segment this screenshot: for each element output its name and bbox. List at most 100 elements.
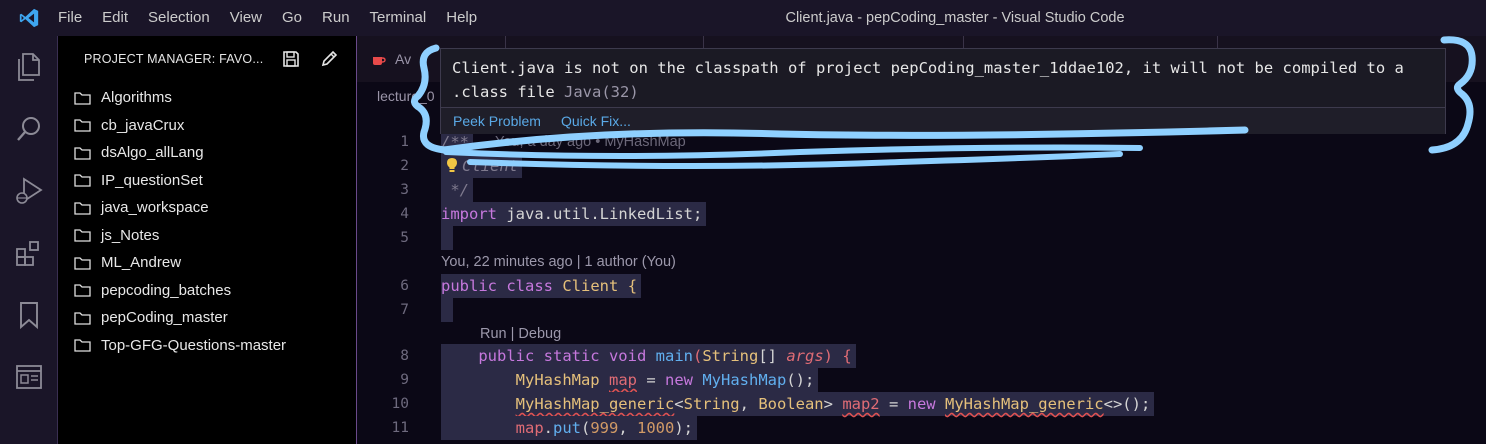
project-manager-icon[interactable] — [0, 346, 58, 408]
save-icon[interactable] — [281, 49, 301, 69]
hover-actions: Peek Problem Quick Fix... — [441, 107, 1445, 134]
code-line: 2 Client — [357, 154, 1486, 178]
tab-divider — [1217, 36, 1218, 48]
code-token: MyHashMap — [702, 371, 787, 389]
code-line: 5 — [357, 226, 1486, 250]
code-token: MyHashMap — [515, 371, 600, 389]
code-token: java.util.LinkedList; — [497, 205, 703, 223]
code-token: <>(); — [1103, 395, 1151, 413]
code-line: 7 — [357, 298, 1486, 322]
list-item[interactable]: dsAlgo_allLang — [58, 139, 356, 167]
menu-edit[interactable]: Edit — [92, 0, 138, 36]
problem-message: Client.java is not on the classpath of p… — [452, 56, 1442, 104]
code-text: MyHashMap_generic<String, Boolean> map2 … — [441, 392, 1155, 416]
list-item[interactable]: pepcoding_batches — [58, 277, 356, 305]
folder-label: pepcoding_batches — [101, 281, 232, 299]
code-token: import — [441, 205, 497, 223]
list-item[interactable]: ML_Andrew — [58, 249, 356, 277]
list-item[interactable]: Algorithms — [58, 84, 356, 112]
code-token: new — [907, 395, 936, 413]
code-text: public class Client { — [441, 274, 642, 298]
menu-selection[interactable]: Selection — [138, 0, 220, 36]
menu-help[interactable]: Help — [436, 0, 487, 36]
code-token: [] — [758, 347, 787, 365]
breadcrumb-item[interactable]: lecture_0 — [377, 88, 435, 104]
favorites-list: Algorithms cb_javaCrux dsAlgo_allLang IP… — [58, 82, 356, 359]
tab-divider — [505, 36, 506, 48]
vscode-logo-icon[interactable] — [0, 0, 58, 36]
code-token: public — [441, 277, 497, 295]
bookmark-icon[interactable] — [0, 284, 58, 346]
problem-message-line2: .class file — [452, 83, 555, 101]
folder-label: ML_Andrew — [101, 254, 182, 272]
code-line: 8 public static void main(String[] args)… — [357, 344, 1486, 368]
quick-fix-link[interactable]: Quick Fix... — [561, 113, 631, 129]
list-item[interactable]: pepCoding_master — [58, 304, 356, 332]
list-item[interactable]: IP_questionSet — [58, 167, 356, 195]
code-text: import java.util.LinkedList; — [441, 202, 707, 226]
problem-message-line2-row: .class file Java(32) — [452, 80, 1442, 104]
code-token: = — [637, 371, 665, 389]
line-number: 7 — [400, 302, 409, 318]
folder-label: dsAlgo_allLang — [101, 144, 204, 162]
folder-label: Top-GFG-Questions-master — [101, 336, 287, 354]
line-number: 6 — [400, 278, 409, 294]
codelens-authors[interactable]: You, 22 minutes ago | 1 author (You) — [441, 252, 676, 272]
code-token: MyHashMap_generic — [944, 395, 1104, 413]
panel-header: PROJECT MANAGER: FAVO... — [58, 36, 356, 82]
list-item[interactable]: java_workspace — [58, 194, 356, 222]
folder-icon — [74, 339, 91, 352]
lightbulb-icon[interactable] — [445, 157, 459, 173]
code-token: String — [702, 347, 759, 365]
extensions-icon[interactable] — [0, 222, 58, 284]
code-token: ) { — [823, 347, 852, 365]
explorer-icon[interactable] — [0, 36, 58, 98]
code-token: String — [683, 395, 740, 413]
tab-java-file[interactable]: Av — [371, 36, 411, 82]
code-editor[interactable]: 1 /** You, a day ago • MyHashMap 2 Clien… — [357, 130, 1486, 444]
codelens-run-debug[interactable]: Run | Debug — [480, 324, 561, 344]
title-bar: File Edit Selection View Go Run Terminal… — [0, 0, 1486, 36]
problem-hover-widget: Client.java is not on the classpath of p… — [440, 48, 1446, 134]
menu-view[interactable]: View — [220, 0, 272, 36]
code-token: > — [823, 395, 843, 413]
activity-bar — [0, 36, 58, 444]
menu-bar: File Edit Selection View Go Run Terminal… — [58, 0, 487, 36]
line-number: 2 — [400, 158, 409, 174]
folder-icon — [74, 147, 91, 160]
problem-source: Java(32) — [564, 83, 639, 101]
java-icon — [373, 57, 386, 65]
code-token: map2 — [842, 395, 880, 413]
line-number: 8 — [400, 348, 409, 364]
run-debug-icon[interactable] — [0, 160, 58, 222]
folder-icon — [74, 202, 91, 215]
code-token: { — [618, 277, 638, 295]
folder-icon — [74, 92, 91, 105]
code-text — [441, 298, 453, 322]
code-token: ( — [692, 347, 703, 365]
menu-file[interactable]: File — [58, 0, 92, 36]
list-item[interactable]: js_Notes — [58, 222, 356, 250]
code-line: 11 map.put(999, 1000); — [357, 416, 1486, 440]
tab-divider — [963, 36, 964, 48]
line-number: 5 — [400, 230, 409, 246]
menu-go[interactable]: Go — [272, 0, 312, 36]
search-icon[interactable] — [0, 98, 58, 160]
list-item[interactable]: cb_javaCrux — [58, 112, 356, 140]
code-token: = — [879, 395, 908, 413]
code-token: map — [515, 419, 544, 437]
code-line: 9 MyHashMap map = new MyHashMap(); — [357, 368, 1486, 392]
menu-terminal[interactable]: Terminal — [360, 0, 437, 36]
peek-problem-link[interactable]: Peek Problem — [453, 113, 541, 129]
list-item[interactable]: Top-GFG-Questions-master — [58, 332, 356, 360]
edit-pencil-icon[interactable] — [319, 49, 339, 69]
code-text — [441, 226, 453, 250]
code-text: Client — [441, 154, 522, 178]
code-token: ( — [581, 419, 591, 437]
menu-run[interactable]: Run — [312, 0, 360, 36]
folder-icon — [74, 284, 91, 297]
code-token: class — [506, 277, 554, 295]
code-text: MyHashMap map = new MyHashMap(); — [441, 368, 819, 392]
folder-icon — [74, 174, 91, 187]
code-token: ); — [674, 419, 694, 437]
